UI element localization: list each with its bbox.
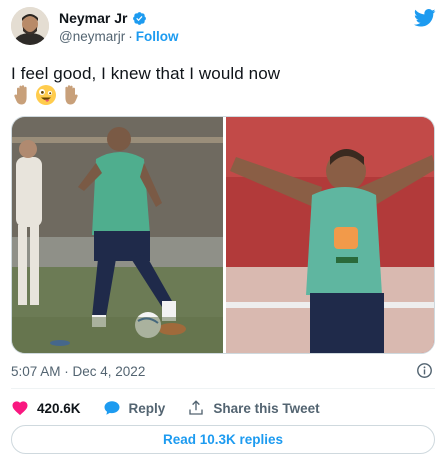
author-name-row[interactable]: Neymar Jr — [59, 10, 147, 26]
share-icon — [189, 400, 203, 415]
reply-bubble-icon — [104, 401, 120, 415]
author-handle-row: @neymarjr · Follow — [59, 29, 178, 44]
zany-face-emoji — [36, 85, 56, 105]
follow-button[interactable]: Follow — [136, 29, 179, 44]
tweet-timestamp[interactable]: 5:07 AM · Dec 4, 2022 — [11, 364, 145, 379]
info-icon[interactable] — [416, 362, 433, 379]
reply-button[interactable]: Reply — [103, 399, 166, 417]
photo-left[interactable] — [12, 117, 223, 354]
tweet-text: I feel good, I knew that I would now — [11, 64, 281, 83]
raised-hand-emoji — [65, 85, 78, 105]
avatar-image — [11, 7, 49, 45]
tweet-emoji-row — [11, 84, 81, 106]
verified-badge-icon — [132, 11, 146, 25]
tweet-actions: 420.6K Reply Share this Tweet — [11, 398, 342, 418]
like-count: 420.6K — [37, 400, 81, 416]
author-display-name[interactable]: Neymar Jr — [59, 10, 128, 26]
reply-label: Reply — [128, 400, 166, 416]
handle-separator: · — [128, 29, 133, 44]
like-button[interactable]: 420.6K — [11, 399, 81, 417]
share-label: Share this Tweet — [213, 400, 320, 416]
tweet-card: Neymar Jr @neymarjr · Follow I feel good… — [0, 0, 446, 460]
heart-icon — [12, 401, 28, 416]
raised-hand-emoji — [14, 85, 27, 105]
photo-right[interactable] — [226, 117, 435, 354]
read-replies-button[interactable]: Read 10.3K replies — [11, 425, 435, 454]
twitter-bird-icon[interactable] — [414, 9, 436, 27]
divider — [11, 388, 435, 389]
share-button[interactable]: Share this Tweet — [187, 399, 320, 417]
tweet-media[interactable] — [11, 116, 435, 354]
avatar[interactable] — [11, 7, 49, 45]
author-handle[interactable]: @neymarjr — [59, 29, 125, 44]
